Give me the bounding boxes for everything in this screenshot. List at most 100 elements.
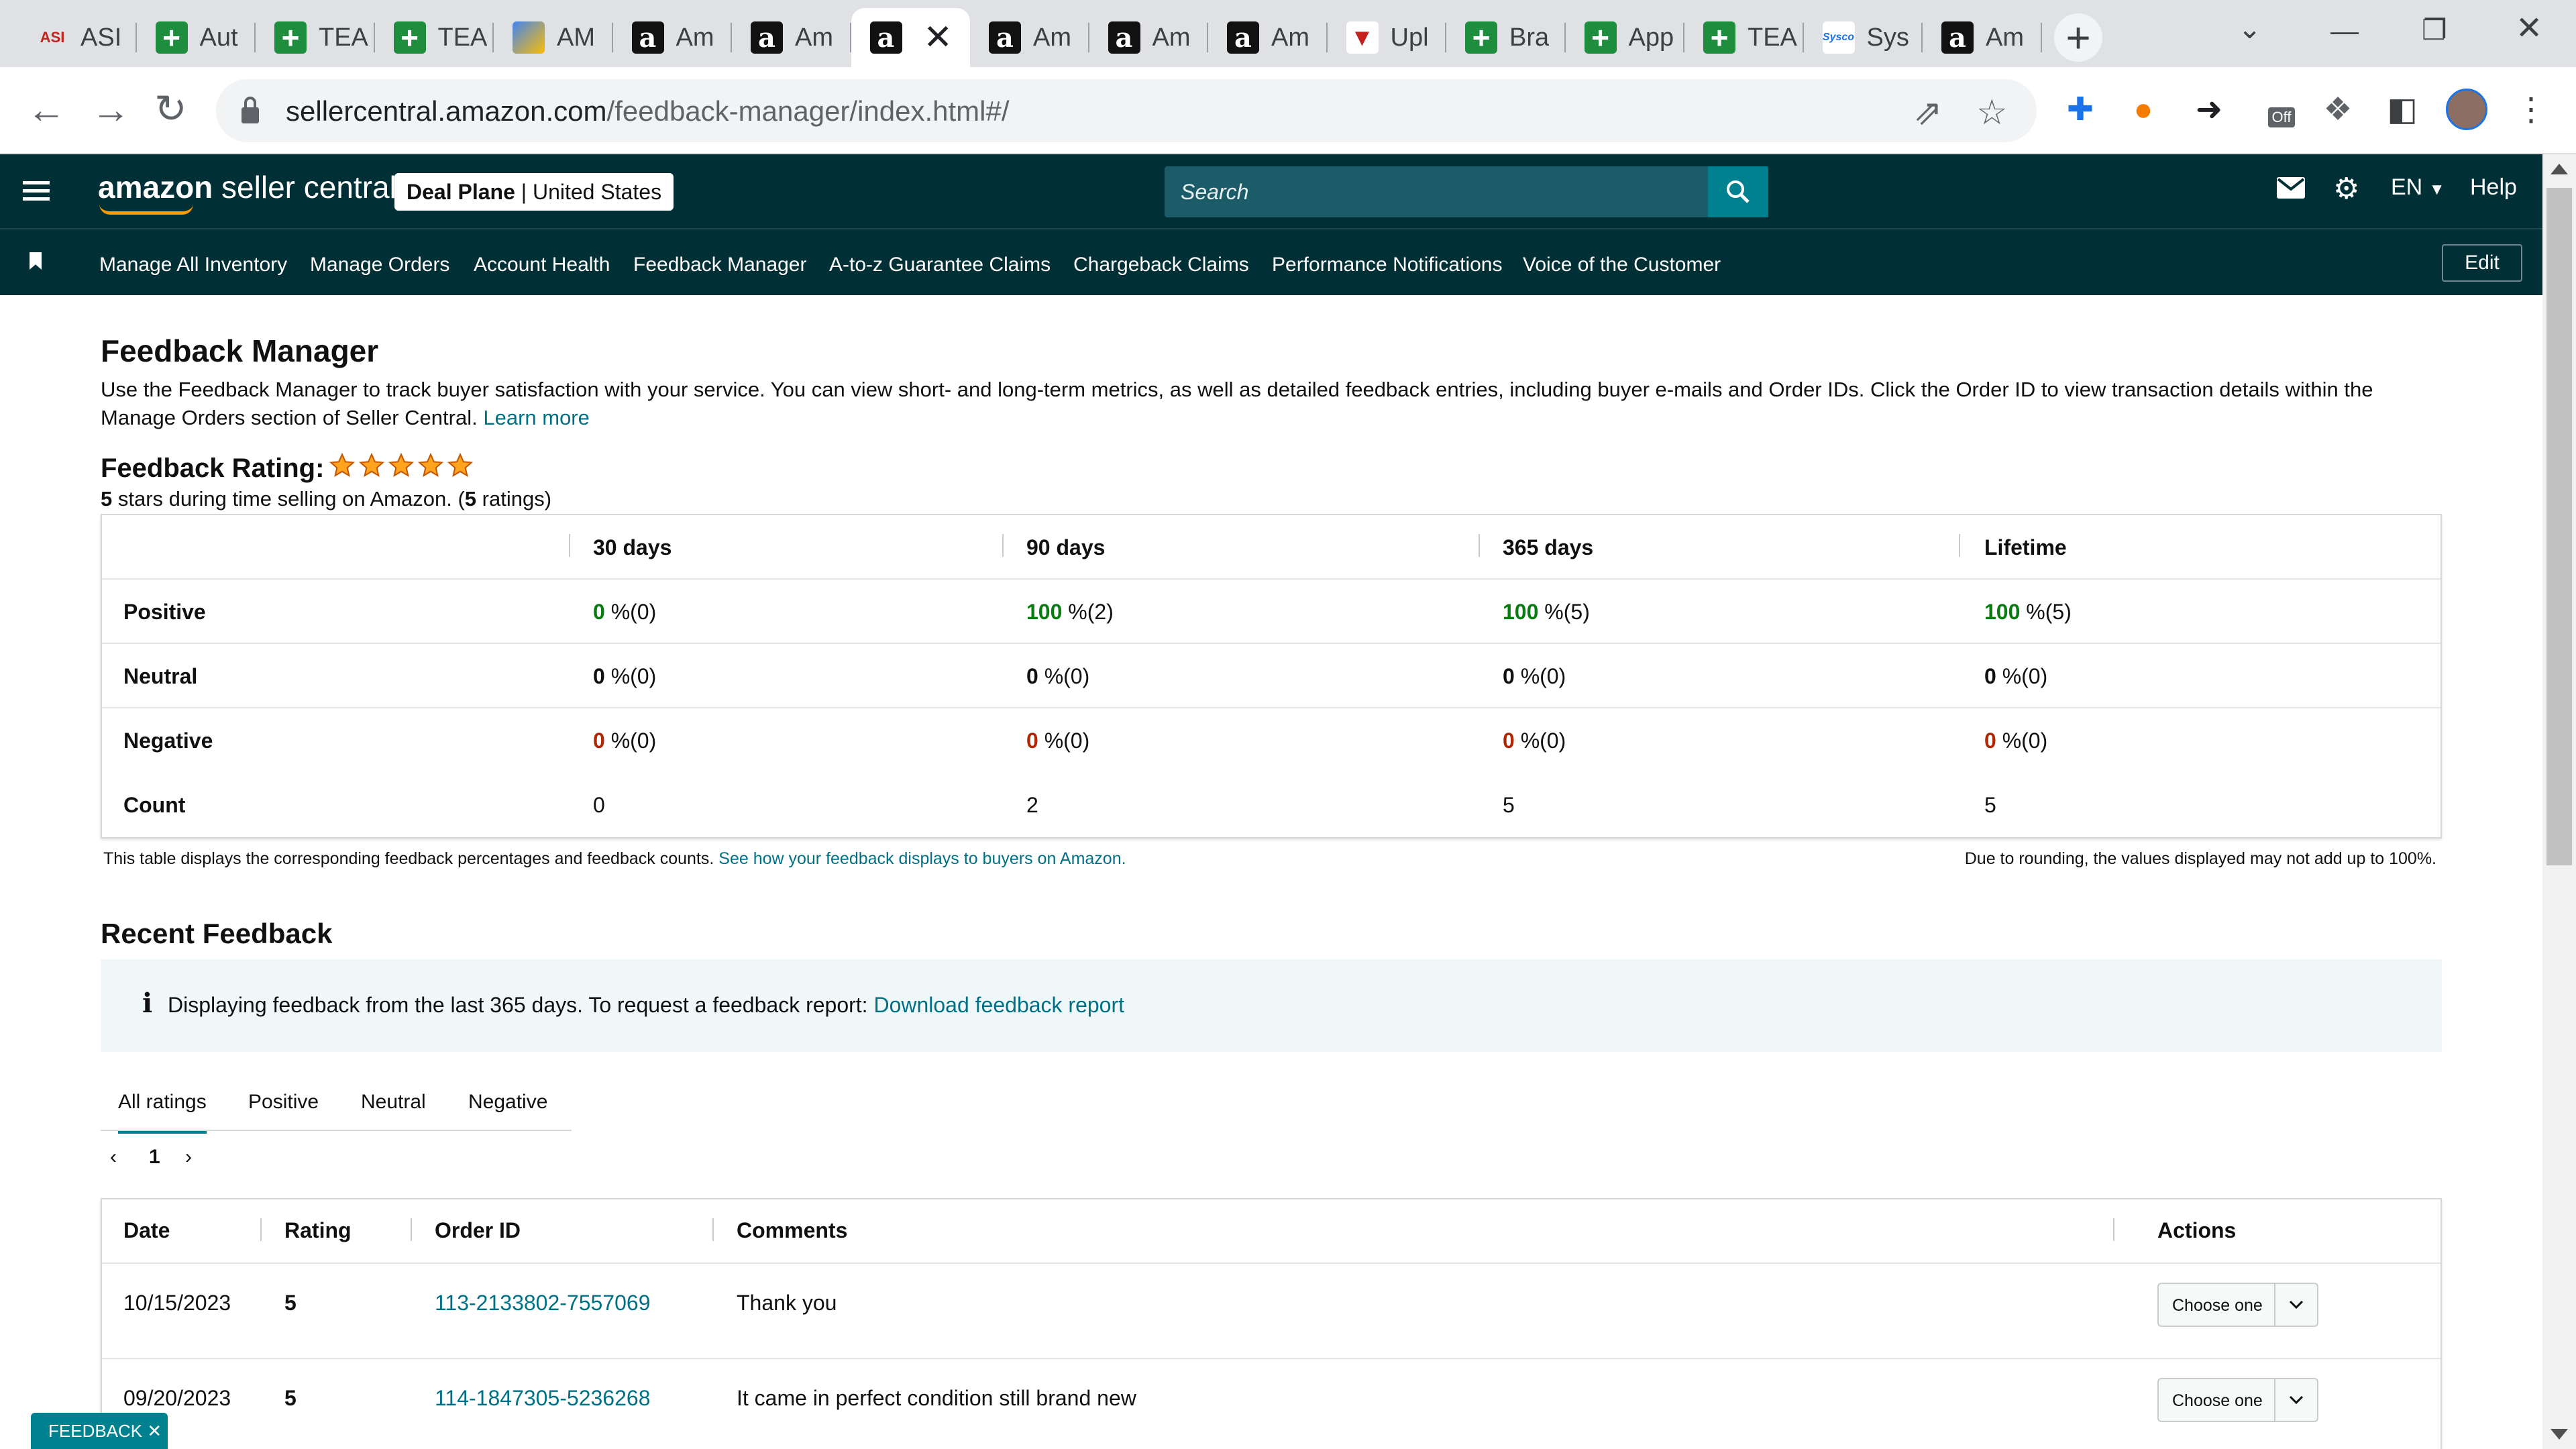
reload-icon[interactable]: ↻ bbox=[154, 86, 187, 131]
next-page-chevron-icon[interactable]: › bbox=[185, 1146, 192, 1169]
percent-value: 100 bbox=[1026, 600, 1063, 624]
extensions-puzzle-icon[interactable]: ❖ bbox=[2316, 87, 2360, 131]
percent-count: %(5) bbox=[1538, 600, 1590, 624]
page-number[interactable]: 1 bbox=[149, 1146, 160, 1169]
nav-account-health[interactable]: Account Health bbox=[474, 254, 610, 276]
percent-cell: 0 %(0) bbox=[1984, 708, 2047, 773]
tab-negative[interactable]: Negative bbox=[468, 1091, 547, 1114]
amazon-icon: a bbox=[989, 21, 1021, 54]
extension-orange-icon[interactable]: ● bbox=[2121, 87, 2165, 131]
restore-icon[interactable]: ❐ bbox=[2422, 13, 2447, 46]
browser-tab[interactable]: + Aut bbox=[137, 8, 256, 67]
chrome-menu-icon[interactable]: ⋮ bbox=[2509, 87, 2553, 131]
col-order-id: Order ID bbox=[435, 1218, 521, 1242]
tab-neutral[interactable]: Neutral bbox=[361, 1091, 426, 1114]
search-button[interactable] bbox=[1708, 166, 1768, 217]
count-cell: 5 bbox=[1503, 793, 1515, 817]
side-panel-icon[interactable]: ◧ bbox=[2380, 87, 2424, 131]
nav-voice-of-customer[interactable]: Voice of the Customer bbox=[1523, 254, 1721, 276]
seller-central-logo[interactable]: amazon seller central bbox=[98, 169, 396, 215]
minimize-icon[interactable]: — bbox=[2330, 15, 2359, 47]
mail-icon[interactable] bbox=[2277, 177, 2305, 205]
url-text[interactable]: sellercentral.amazon.com/feedback-manage… bbox=[286, 95, 1010, 127]
browser-tab[interactable]: Sysco Sys bbox=[1804, 8, 1923, 67]
feedback-widget[interactable]: FEEDBACK ✕ bbox=[31, 1413, 168, 1449]
percent-cell: 0 %(0) bbox=[1026, 644, 1089, 708]
browser-tab[interactable]: a Am bbox=[1089, 8, 1208, 67]
order-id-link[interactable]: 113-2133802-7557069 bbox=[435, 1291, 650, 1316]
learn-more-link[interactable]: Learn more bbox=[483, 406, 590, 429]
language-selector[interactable]: EN ▼ bbox=[2391, 174, 2445, 201]
tab-positive[interactable]: Positive bbox=[248, 1091, 319, 1114]
summary-row-positive: Positive 0 %(0) 100 %(2) 100 %(5) 100 %(5) bbox=[102, 580, 2440, 644]
search-input[interactable] bbox=[1165, 166, 1768, 217]
feedback-display-link[interactable]: See how your feedback displays to buyers… bbox=[718, 849, 1126, 868]
back-arrow-icon[interactable]: ← bbox=[27, 87, 66, 132]
sysco-icon: Sysco bbox=[1822, 21, 1855, 54]
browser-tab[interactable]: + TEA bbox=[256, 8, 375, 67]
edit-nav-button[interactable]: Edit bbox=[2442, 244, 2522, 282]
hamburger-menu-icon[interactable] bbox=[23, 181, 50, 201]
browser-tab[interactable]: a Am bbox=[613, 8, 732, 67]
nav-manage-orders[interactable]: Manage Orders bbox=[310, 254, 449, 276]
scroll-thumb[interactable] bbox=[2546, 188, 2572, 865]
chevron-down-icon[interactable] bbox=[2274, 1284, 2317, 1326]
new-tab-button[interactable]: + bbox=[2054, 13, 2102, 62]
chevron-down-icon[interactable] bbox=[2274, 1379, 2317, 1421]
browser-tab[interactable]: AM bbox=[494, 8, 613, 67]
scroll-down-arrow-icon[interactable] bbox=[2551, 1429, 2568, 1440]
table-row: 10/15/2023 5 113-2133802-7557069 Thank you C… bbox=[102, 1264, 2440, 1359]
extension-blue-icon[interactable]: ✚ bbox=[2058, 87, 2102, 131]
nav-manage-all-inventory[interactable]: Manage All Inventory bbox=[99, 254, 287, 276]
browser-tab[interactable]: a Am bbox=[1208, 8, 1328, 67]
profile-avatar[interactable] bbox=[2445, 87, 2489, 131]
settings-gear-icon[interactable]: ⚙ bbox=[2333, 172, 2359, 206]
recent-feedback-table: Date Rating Order ID Comments Actions 10… bbox=[101, 1198, 2442, 1449]
percent-count: %(0) bbox=[604, 729, 657, 753]
scroll-up-arrow-icon[interactable] bbox=[2551, 164, 2568, 174]
row-label: Negative bbox=[123, 729, 213, 753]
nav-a-to-z-claims[interactable]: A-to-z Guarantee Claims bbox=[829, 254, 1051, 276]
browser-tab[interactable]: ▼ Upl bbox=[1328, 8, 1446, 67]
nav-feedback-manager[interactable]: Feedback Manager bbox=[633, 254, 807, 276]
date-cell: 10/15/2023 bbox=[123, 1291, 231, 1315]
extension-cursor-icon[interactable]: ➜ bbox=[2187, 87, 2231, 131]
feedback-rating-heading: Feedback Rating: bbox=[101, 453, 325, 483]
browser-tab[interactable]: a ✕ bbox=[851, 8, 970, 67]
order-id-link[interactable]: 114-1847305-5236268 bbox=[435, 1386, 650, 1411]
tab-title: Am bbox=[1033, 23, 1071, 52]
bookmark-star-icon[interactable]: ☆ bbox=[1976, 93, 2008, 133]
page-scrollbar[interactable] bbox=[2542, 154, 2576, 1449]
col-90-days: 90 days bbox=[1026, 535, 1106, 559]
tab-title: Bra bbox=[1509, 23, 1550, 52]
nav-chargeback-claims[interactable]: Chargeback Claims bbox=[1073, 254, 1249, 276]
browser-tab[interactable]: + App bbox=[1566, 8, 1684, 67]
address-bar[interactable]: sellercentral.amazon.com/feedback-manage… bbox=[216, 79, 2037, 142]
share-icon[interactable]: ⇗ bbox=[1913, 93, 1943, 133]
prev-page-chevron-icon[interactable]: ‹ bbox=[110, 1146, 117, 1169]
window-close-icon[interactable]: ✕ bbox=[2516, 9, 2542, 47]
browser-tab[interactable]: a Am bbox=[732, 8, 851, 67]
feedback-widget-close-icon[interactable]: ✕ bbox=[147, 1421, 162, 1441]
browser-tab[interactable]: a Am bbox=[970, 8, 1089, 67]
browser-tab[interactable]: + Bra bbox=[1446, 8, 1566, 67]
store-switcher[interactable]: Deal Plane | United States bbox=[394, 173, 674, 211]
tab-search-chevron-icon[interactable]: ⌄ bbox=[2238, 12, 2261, 45]
download-report-link[interactable]: Download feedback report bbox=[873, 993, 1124, 1017]
actions-dropdown[interactable]: Choose one bbox=[2157, 1378, 2318, 1422]
tab-all-ratings[interactable]: All ratings bbox=[118, 1091, 207, 1134]
browser-tab[interactable]: + TEA bbox=[1684, 8, 1804, 67]
percent-count: %(0) bbox=[1038, 664, 1090, 688]
actions-dropdown[interactable]: Choose one bbox=[2157, 1283, 2318, 1327]
extension-off-icon[interactable]: Off bbox=[2259, 87, 2304, 131]
browser-tab[interactable]: a Am bbox=[1923, 8, 2042, 67]
tab-close-icon[interactable]: ✕ bbox=[923, 17, 953, 58]
percent-count: %(0) bbox=[604, 664, 657, 688]
browser-tab[interactable]: ASI ASI bbox=[17, 8, 137, 67]
help-link[interactable]: Help bbox=[2470, 174, 2517, 201]
nav-performance-notifications[interactable]: Performance Notifications bbox=[1272, 254, 1502, 276]
browser-tab[interactable]: + TEA bbox=[375, 8, 494, 67]
forward-arrow-icon[interactable]: → bbox=[91, 87, 130, 132]
feedback-summary-table: 30 days 90 days 365 days Lifetime Positi… bbox=[101, 514, 2442, 839]
bookmark-icon[interactable] bbox=[30, 252, 42, 270]
